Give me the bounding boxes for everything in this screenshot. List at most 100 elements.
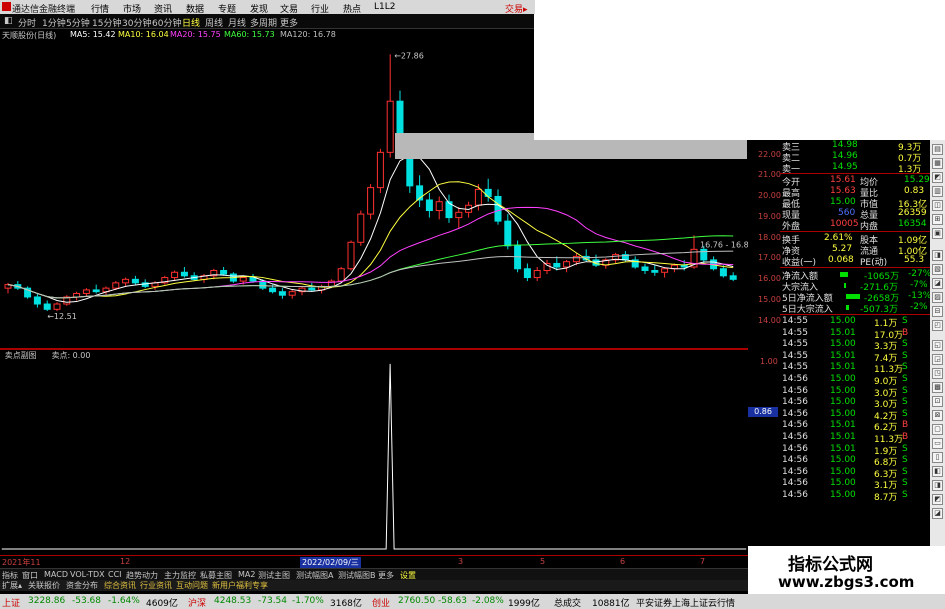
toolbar-icon-22[interactable]: ▯ [932, 452, 943, 463]
candle-body[interactable] [112, 282, 120, 289]
toolbar-icon-11[interactable]: ▨ [932, 292, 943, 303]
tick-time: 14:56 [782, 397, 808, 408]
candle-body[interactable] [337, 268, 345, 282]
candle-body[interactable] [180, 271, 188, 277]
period-settings-icon[interactable]: ◧ [4, 16, 13, 26]
sh-index-pct: -1.64% [108, 596, 140, 606]
toolbar-icon-24[interactable]: ◨ [932, 480, 943, 491]
candle-body[interactable] [239, 277, 247, 282]
period-tab-fenshi[interactable]: 分时 [18, 16, 36, 29]
toolbar-icon-17[interactable]: ▩ [932, 382, 943, 393]
tab-new-user[interactable]: 新用户福利专享 [212, 580, 268, 591]
tab-expand[interactable]: 扩展▴ [2, 580, 22, 591]
tab-fund-distribution[interactable]: 资金分布 [66, 580, 98, 591]
candle-body[interactable] [82, 289, 90, 294]
candle-body[interactable] [122, 278, 130, 284]
tab-industry-news[interactable]: 行业资讯 [140, 580, 172, 591]
toolbar-icon-14[interactable]: ◱ [932, 340, 943, 351]
toolbar-icon-6[interactable]: ⊞ [932, 214, 943, 225]
period-tab-15min[interactable]: 15分钟 [92, 16, 121, 29]
candle-body[interactable] [729, 275, 737, 280]
candle-body[interactable] [376, 151, 384, 189]
candle-body[interactable] [220, 270, 228, 275]
period-tab-monthly[interactable]: 月线 [228, 16, 246, 29]
toolbar-icon-5[interactable]: ◫ [932, 200, 943, 211]
toolbar-icon-4[interactable]: ▥ [932, 186, 943, 197]
candle-body[interactable] [43, 303, 51, 310]
period-tab-30min[interactable]: 30分钟 [122, 16, 151, 29]
candle-body[interactable] [504, 220, 512, 247]
sz-index-label[interactable]: 沪深 [188, 596, 206, 609]
sell-point-subchart[interactable]: 卖点副图 卖点: 0.00 [0, 349, 748, 555]
toolbar-icon-15[interactable]: ◲ [932, 354, 943, 365]
server-status[interactable]: 平安证券上海上证云行情 [636, 596, 735, 609]
candle-body[interactable] [92, 289, 100, 293]
toolbar-icon-7[interactable]: ▣ [932, 228, 943, 239]
tab-interaction[interactable]: 互动问题 [176, 580, 208, 591]
candle-body[interactable] [523, 268, 531, 279]
candle-body[interactable] [435, 201, 443, 212]
candle-body[interactable] [171, 271, 179, 279]
toolbar-icon-26[interactable]: ◪ [932, 508, 943, 519]
toolbar-icon-19[interactable]: ⊠ [932, 410, 943, 421]
candle-body[interactable] [367, 187, 375, 215]
toolbar-icon-12[interactable]: ⊟ [932, 306, 943, 317]
period-tab-more[interactable]: 更多 [280, 16, 298, 29]
candle-body[interactable] [641, 266, 649, 272]
indicator-tab-macd[interactable]: MACD [44, 570, 68, 579]
toolbar-icon-25[interactable]: ◩ [932, 494, 943, 505]
candle-body[interactable] [73, 292, 81, 298]
candle-body[interactable] [533, 270, 541, 279]
candle-body[interactable] [661, 268, 669, 273]
toolbar-icon-8[interactable]: ◨ [932, 250, 943, 261]
candle-body[interactable] [425, 199, 433, 212]
candle-body[interactable] [543, 262, 551, 272]
period-tab-60min[interactable]: 60分钟 [152, 16, 181, 29]
candle-body[interactable] [53, 303, 61, 310]
indicator-tab-vol[interactable]: VOL-TDX [70, 570, 105, 579]
toolbar-icon-23[interactable]: ◧ [932, 466, 943, 477]
toolbar-icon-1[interactable]: ▤ [932, 144, 943, 155]
candle-body[interactable] [494, 195, 502, 222]
candle-body[interactable] [131, 278, 139, 284]
toolbar-icon-16[interactable]: ◳ [932, 368, 943, 379]
period-tab-multi[interactable]: 多周期 [250, 16, 277, 29]
tab-comprehensive-news[interactable]: 综合资讯 [104, 580, 136, 591]
candle-body[interactable] [269, 287, 277, 293]
candle-body[interactable] [278, 291, 286, 296]
period-tab-weekly[interactable]: 周线 [205, 16, 223, 29]
toolbar-icon-10[interactable]: ◪ [932, 278, 943, 289]
candle-body[interactable] [455, 211, 463, 219]
toolbar-icon-3[interactable]: ◩ [932, 172, 943, 183]
toolbar-icon-20[interactable]: ▢ [932, 424, 943, 435]
toolbar-icon-13[interactable]: ◰ [932, 320, 943, 331]
sh-index-label[interactable]: 上证 [2, 596, 20, 609]
candle-body[interactable] [288, 291, 296, 296]
cy-index-label[interactable]: 创业 [372, 596, 390, 609]
candle-body[interactable] [474, 188, 482, 206]
indicator-tab-ma2[interactable]: MA2 [238, 570, 255, 579]
candle-body[interactable] [651, 270, 659, 273]
indicator-tab-cci[interactable]: CCI [108, 570, 122, 579]
period-tab-daily[interactable]: 日线 [182, 16, 200, 29]
candle-body[interactable] [347, 241, 355, 270]
candle-body[interactable] [386, 100, 394, 153]
toolbar-icon-9[interactable]: ▧ [932, 264, 943, 275]
tab-related-quote[interactable]: 关联报价 [28, 580, 60, 591]
toolbar-icon-21[interactable]: ▭ [932, 438, 943, 449]
period-tab-5min[interactable]: 5分钟 [66, 16, 90, 29]
quote-row: 外盘 10005 内盘 16354 [782, 219, 927, 232]
candle-body[interactable] [33, 296, 41, 305]
candle-body[interactable] [572, 255, 580, 263]
candle-body[interactable] [563, 261, 571, 268]
candle-body[interactable] [700, 248, 708, 261]
candle-body[interactable] [308, 287, 316, 291]
candle-body[interactable] [719, 268, 727, 277]
toolbar-icon-2[interactable]: ▦ [932, 158, 943, 169]
candle-body[interactable] [357, 213, 365, 243]
candle-body[interactable] [553, 262, 561, 268]
candle-body[interactable] [259, 280, 267, 289]
menu-item-l1l2[interactable]: L1L2 [374, 2, 395, 12]
toolbar-icon-18[interactable]: ⊡ [932, 396, 943, 407]
period-tab-1min[interactable]: 1分钟 [42, 16, 66, 29]
